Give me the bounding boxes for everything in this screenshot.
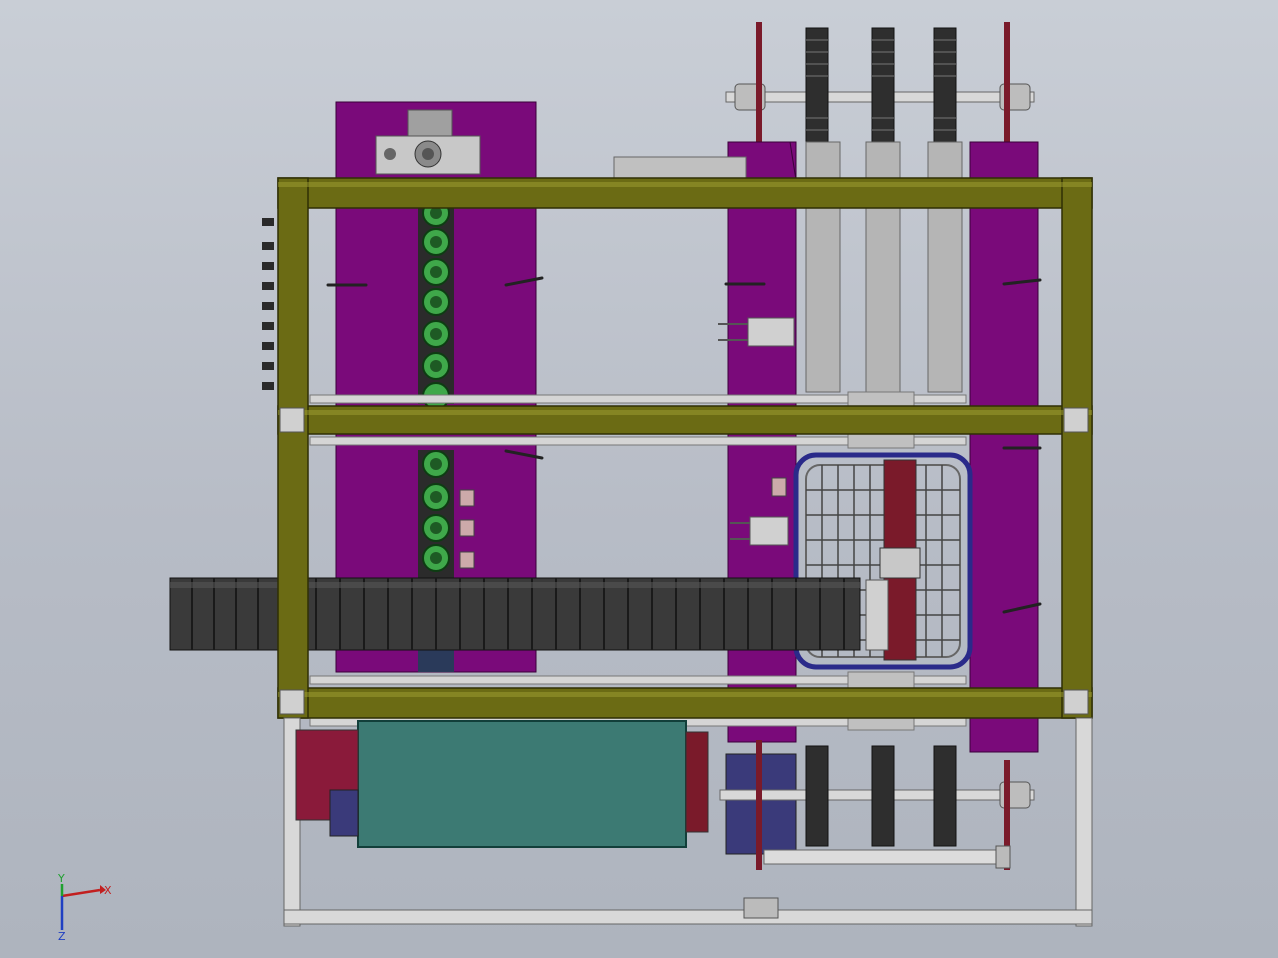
cable-drag-chain bbox=[169, 577, 861, 651]
electrical-cabinet bbox=[295, 720, 709, 848]
z-axis-label: Z bbox=[58, 930, 66, 943]
x-axis-arrow bbox=[61, 888, 101, 898]
coordinate-triad: X Y Z bbox=[57, 872, 112, 943]
left-side-knobs bbox=[262, 218, 274, 390]
cad-model-view[interactable]: X Y Z bbox=[0, 0, 1278, 958]
cad-viewport[interactable]: X Y Z bbox=[0, 0, 1278, 958]
y-axis-label: Y bbox=[57, 872, 65, 885]
lower-gear-shaft-assembly bbox=[719, 740, 1035, 919]
upper-gear-shaft-assembly bbox=[725, 22, 1035, 147]
x-axis-label: X bbox=[104, 884, 112, 897]
